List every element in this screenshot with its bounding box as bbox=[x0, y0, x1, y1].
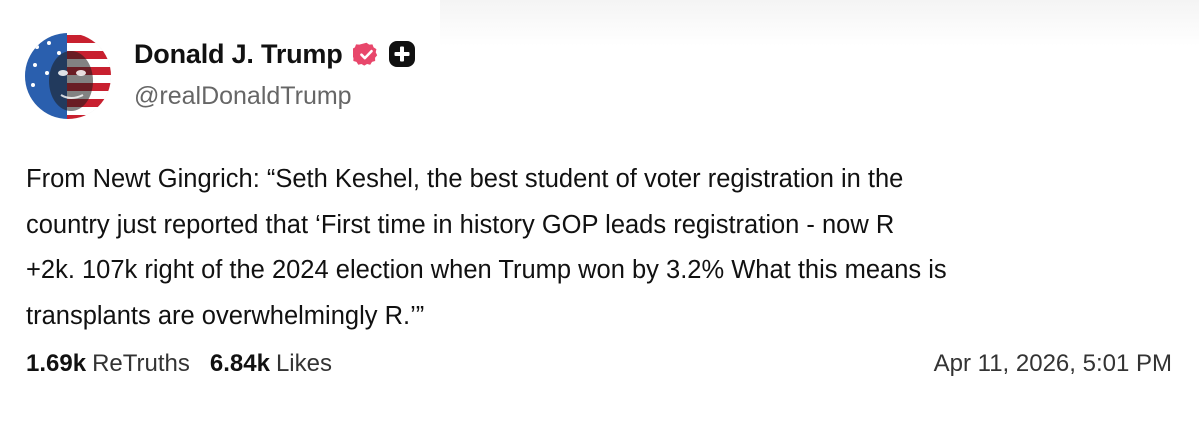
truth-post-card: Donald J. Trump @realDonaldTrump From Ne… bbox=[0, 0, 1199, 428]
likes-count: 6.84k bbox=[209, 350, 270, 377]
avatar[interactable] bbox=[25, 33, 111, 119]
header-shadow bbox=[440, 0, 1199, 46]
post-timestamp[interactable]: Apr 11, 2026, 5:01 PM bbox=[934, 350, 1172, 378]
retruths-label: ReTruths bbox=[92, 350, 190, 377]
retruths-stat[interactable]: 1.69k ReTruths bbox=[26, 350, 190, 378]
verified-badge-icon bbox=[350, 41, 380, 68]
likes-stat[interactable]: 6.84k Likes bbox=[210, 350, 332, 378]
avatar-image bbox=[25, 33, 111, 119]
post-text: From Newt Gingrich: “Seth Keshel, the be… bbox=[26, 165, 947, 330]
user-handle[interactable]: @realDonaldTrump bbox=[134, 82, 352, 111]
plus-icon bbox=[388, 40, 416, 68]
display-name[interactable]: Donald J. Trump bbox=[134, 39, 343, 70]
likes-label: Likes bbox=[275, 350, 332, 377]
name-row: Donald J. Trump bbox=[134, 36, 416, 72]
engagement-stats: 1.69k ReTruths 6.84k Likes bbox=[26, 350, 332, 378]
retruths-count: 1.69k bbox=[26, 350, 87, 377]
